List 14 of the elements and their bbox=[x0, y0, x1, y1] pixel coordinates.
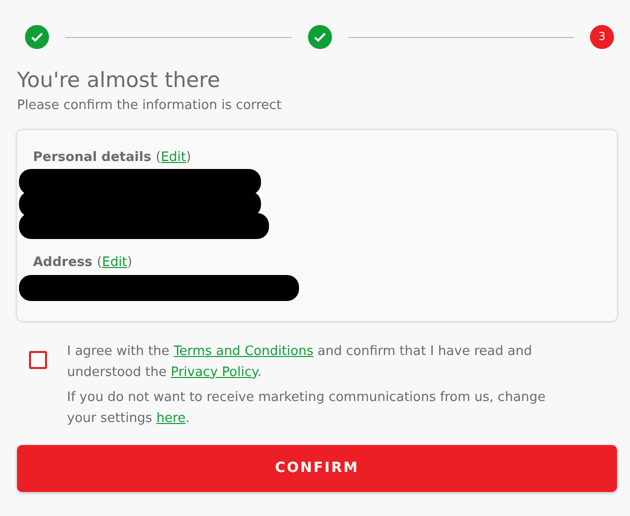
step-number: 3 bbox=[590, 25, 614, 49]
marketing-text: If you do not want to receive marketing communications from us, change your settings here. bbox=[67, 388, 547, 428]
text-link[interactable]: Terms and Conditions bbox=[174, 344, 314, 359]
agree-checkbox[interactable] bbox=[29, 350, 47, 369]
page-title: You're almost there bbox=[17, 67, 222, 94]
confirm-button[interactable]: CONFIRM bbox=[17, 444, 617, 492]
text-link[interactable]: here bbox=[156, 410, 186, 426]
section-heading: Address (Edit) bbox=[33, 254, 134, 272]
subtitle: Please confirm the information is correct bbox=[17, 97, 282, 116]
text-link[interactable]: Privacy Policy bbox=[170, 364, 258, 380]
agreement-text: I agree with the Terms and Conditions and confirm that I have read and understood the Privacy Policy. bbox=[67, 342, 533, 382]
section-heading: Personal details (Edit) bbox=[33, 148, 192, 167]
edit-link[interactable]: Edit bbox=[102, 255, 128, 270]
edit-link[interactable]: Edit bbox=[160, 150, 186, 165]
